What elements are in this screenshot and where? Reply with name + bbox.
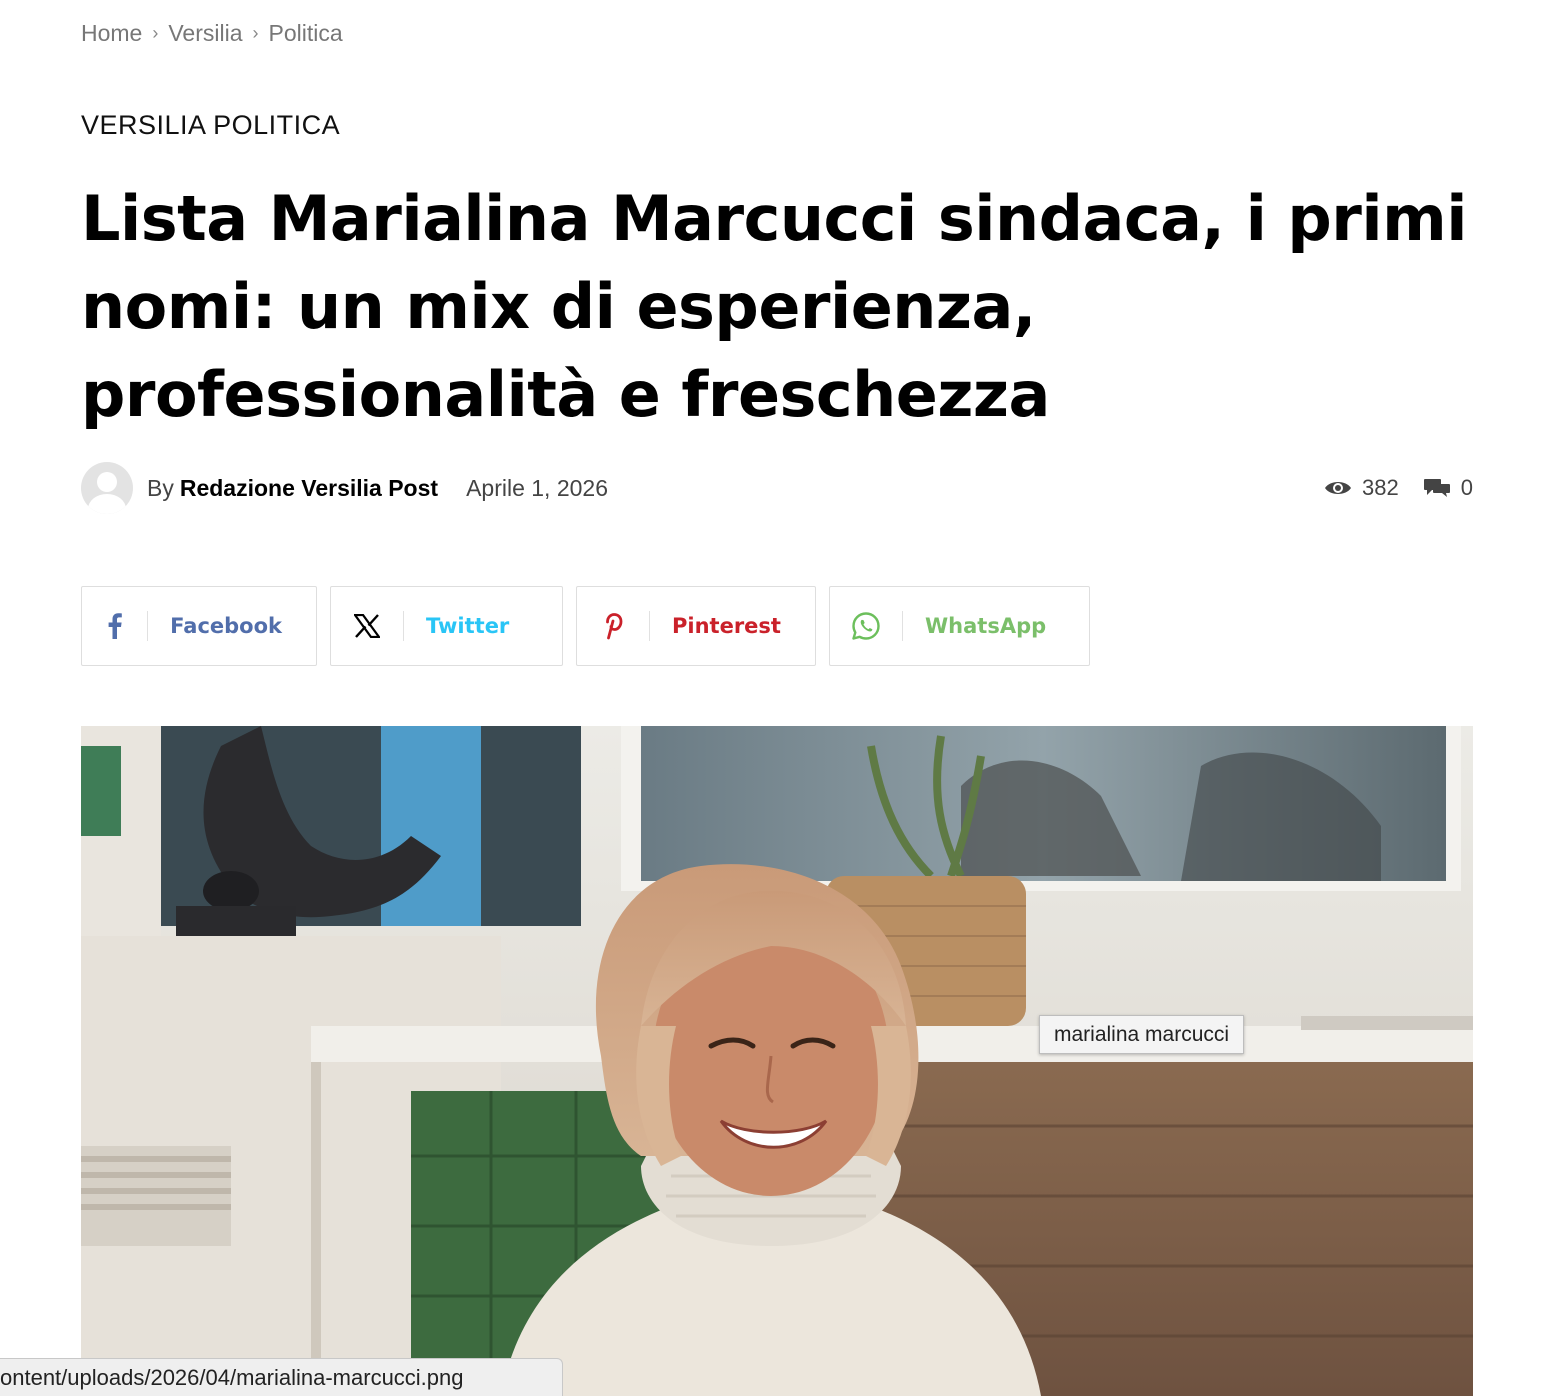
whatsapp-label: WhatsApp — [925, 614, 1047, 638]
author-link[interactable]: Redazione Versilia Post — [180, 475, 438, 502]
comments-count: 0 — [1460, 475, 1473, 500]
article-stats: 382 0 — [1324, 475, 1473, 501]
category-label[interactable]: VERSILIA POLITICA — [81, 110, 340, 141]
pinterest-share-button[interactable]: Pinterest — [576, 586, 816, 666]
eye-icon — [1325, 482, 1352, 494]
comments-icon — [1423, 479, 1450, 497]
breadcrumb: Home › Versilia › Politica — [81, 20, 343, 47]
whatsapp-share-button[interactable]: WhatsApp — [829, 586, 1090, 666]
facebook-share-button[interactable]: Facebook — [81, 586, 317, 666]
breadcrumb-separator: › — [152, 23, 159, 43]
whatsapp-icon — [830, 611, 902, 641]
by-label: By — [147, 474, 174, 501]
views-count: 382 — [1362, 475, 1399, 500]
pinterest-icon — [577, 612, 649, 640]
article-title: Lista Marialina Marcucci sindaca, i prim… — [81, 182, 1467, 431]
breadcrumb-home-link[interactable]: Home — [81, 20, 142, 47]
featured-image[interactable] — [81, 726, 1473, 1396]
author-avatar[interactable] — [81, 462, 133, 514]
twitter-label: Twitter — [426, 614, 510, 638]
pinterest-label: Pinterest — [672, 614, 781, 638]
publish-date: Aprile 1, 2026 — [466, 474, 608, 501]
facebook-label: Facebook — [170, 614, 282, 638]
twitter-share-button[interactable]: Twitter — [330, 586, 563, 666]
breadcrumb-versilia-link[interactable]: Versilia — [168, 20, 242, 47]
breadcrumb-separator: › — [252, 23, 259, 43]
article-meta: By Redazione Versilia Post Aprile 1, 202… — [81, 462, 1473, 514]
breadcrumb-politica-link[interactable]: Politica — [269, 20, 343, 47]
views-counter: 382 — [1324, 475, 1399, 501]
x-icon — [331, 614, 403, 638]
image-tooltip: marialina marcucci — [1039, 1015, 1245, 1054]
comments-counter[interactable]: 0 — [1423, 475, 1473, 501]
featured-image-photo — [81, 726, 1473, 1396]
facebook-icon — [82, 613, 147, 639]
share-buttons: Facebook Twitter Pinterest WhatsApp — [81, 586, 1103, 666]
status-bar-url: ontent/uploads/2026/04/marialina-marcucc… — [0, 1358, 563, 1396]
